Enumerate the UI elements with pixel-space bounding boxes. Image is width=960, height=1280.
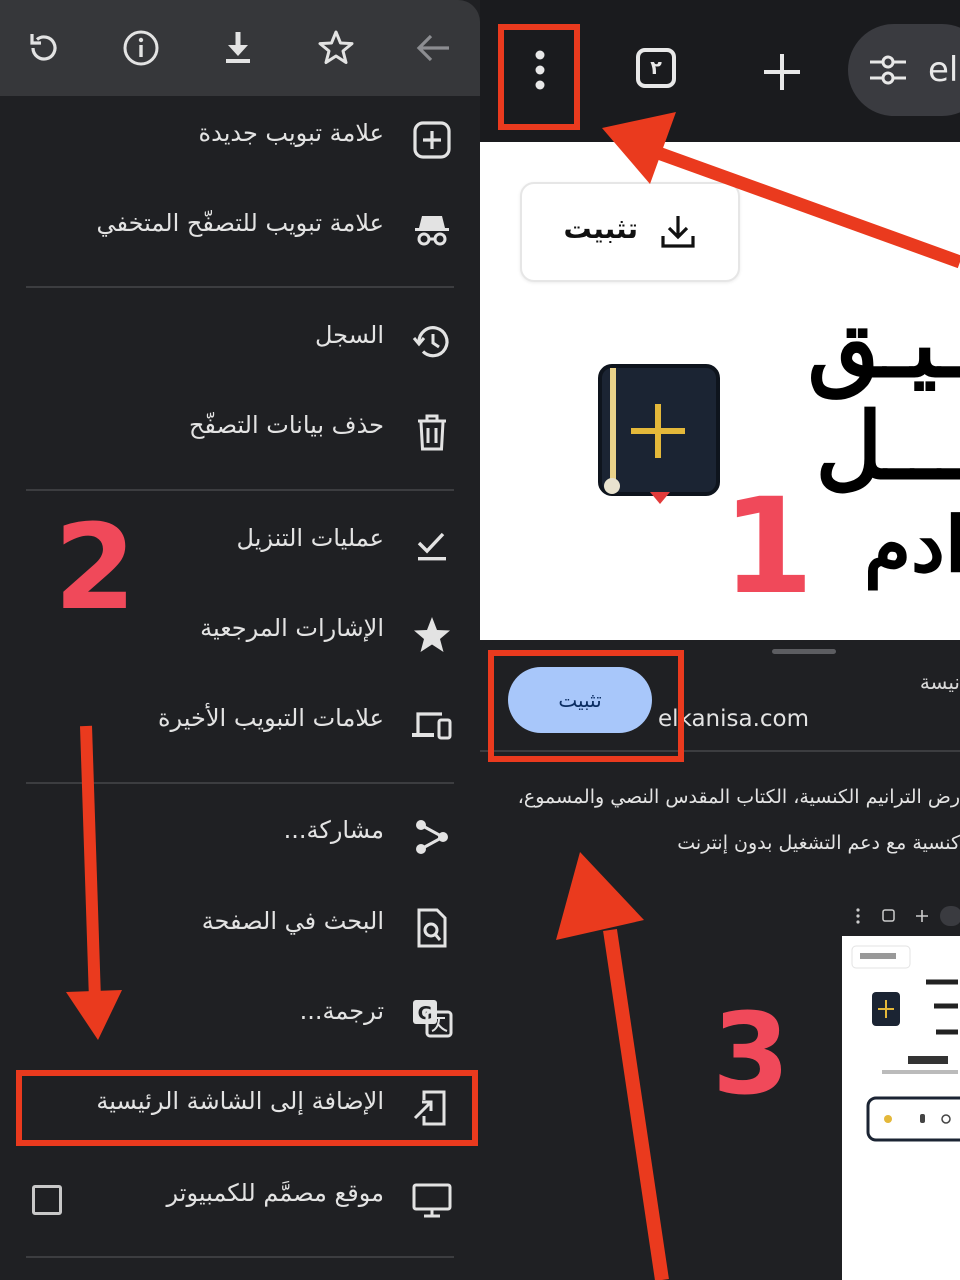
step-number-2: 2 bbox=[54, 498, 137, 636]
step-number-1: 1 bbox=[722, 470, 814, 624]
annotation-arrows bbox=[66, 112, 960, 1280]
step-number-3: 3 bbox=[712, 990, 790, 1120]
